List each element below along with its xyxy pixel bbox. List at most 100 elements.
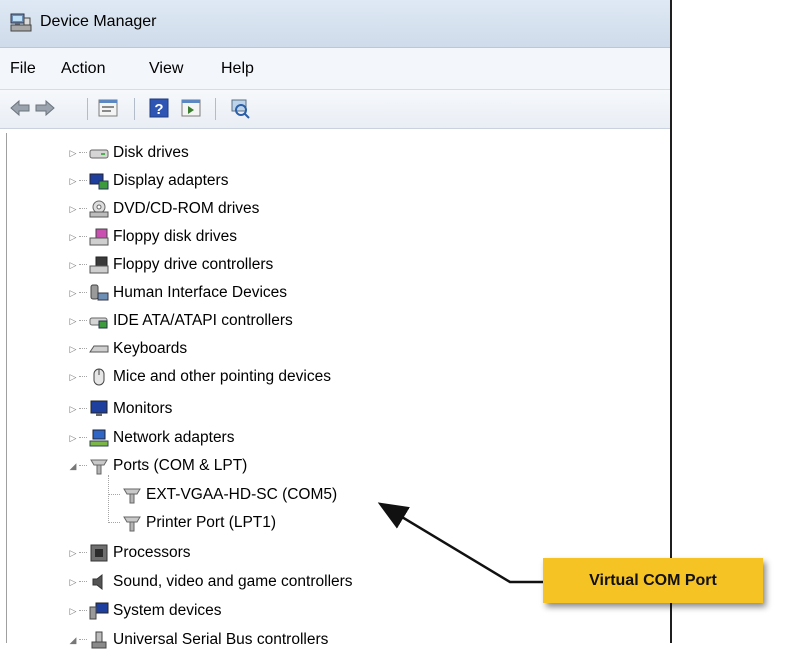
tree-dots: [79, 465, 87, 467]
update-driver-icon[interactable]: [180, 97, 202, 119]
tree-item-floppy-drive-controllers[interactable]: ▷ Floppy drive controllers: [67, 252, 273, 278]
expand-arrow-icon[interactable]: ▷: [67, 147, 79, 159]
menu-view[interactable]: View: [149, 60, 183, 78]
dvd-drive-icon: [89, 200, 109, 218]
tree-item-mice[interactable]: ▷ Mice and other pointing devices: [67, 364, 331, 390]
mouse-icon: [93, 368, 105, 386]
sound-icon: [92, 573, 103, 591]
back-icon[interactable]: [9, 97, 31, 119]
tree-item-ide-controllers[interactable]: ▷ IDE ATA/ATAPI controllers: [67, 308, 293, 334]
toolbar: ?: [0, 90, 670, 129]
toolbar-separator: [215, 98, 216, 120]
tree-item-printer-port[interactable]: Printer Port (LPT1): [108, 510, 276, 536]
tree-item-display-adapters[interactable]: ▷ Display adapters: [67, 168, 228, 194]
menu-help[interactable]: Help: [221, 60, 254, 78]
tree-dots: [108, 494, 120, 496]
menu-action[interactable]: Action: [61, 60, 105, 78]
tree-item-system-devices[interactable]: ▷ System devices: [67, 598, 222, 624]
expand-arrow-icon[interactable]: ▷: [67, 605, 79, 617]
processor-icon: [90, 544, 108, 562]
expand-arrow-icon[interactable]: ▷: [67, 576, 79, 588]
tree-dots: [79, 208, 87, 210]
expand-arrow-icon[interactable]: ▷: [67, 432, 79, 444]
tree-item-ports[interactable]: ◢ Ports (COM & LPT): [67, 453, 247, 479]
tree-item-disk-drives[interactable]: ▷ Disk drives: [67, 140, 189, 166]
hid-icon: [90, 284, 109, 301]
tree-dots: [79, 152, 87, 154]
tree-dots: [79, 552, 87, 554]
tree-dots: [79, 348, 87, 350]
tree-item-label: Ports (COM & LPT): [113, 457, 248, 474]
title-bar[interactable]: Device Manager: [0, 0, 670, 48]
tree-dots: [79, 639, 87, 641]
usb-controller-icon: [91, 631, 107, 649]
expand-arrow-icon[interactable]: ▷: [67, 403, 79, 415]
port-icon: [123, 488, 141, 504]
callout-label: Virtual COM Port: [589, 571, 717, 589]
tree-item-label: EXT-VGAA-HD-SC (COM5): [146, 486, 338, 503]
port-icon: [123, 516, 141, 532]
tree-item-floppy-disk-drives[interactable]: ▷ Floppy disk drives: [67, 224, 237, 250]
tree-item-label: Keyboards: [113, 340, 188, 357]
tree-dots: [79, 376, 87, 378]
expand-arrow-icon[interactable]: ▷: [67, 287, 79, 299]
tree-item-label: Monitors: [113, 400, 173, 417]
expand-arrow-icon[interactable]: ▷: [67, 175, 79, 187]
tree-item-sound-video-game[interactable]: ▷ Sound, video and game controllers: [67, 569, 353, 595]
network-adapter-icon: [89, 429, 109, 447]
tree-dots: [79, 581, 87, 583]
tree-item-label: IDE ATA/ATAPI controllers: [113, 312, 293, 329]
monitor-icon: [90, 400, 108, 416]
tree-item-network-adapters[interactable]: ▷ Network adapters: [67, 425, 234, 451]
device-manager-window: Device Manager File Action View Help ? ▷…: [0, 0, 672, 649]
help-icon[interactable]: ?: [148, 97, 170, 119]
tree-item-com5-port[interactable]: EXT-VGAA-HD-SC (COM5): [108, 482, 337, 508]
tree-left-border: [6, 133, 7, 643]
keyboard-icon: [89, 345, 109, 353]
tree-item-label: Mice and other pointing devices: [113, 368, 331, 385]
menu-file[interactable]: File: [10, 60, 36, 78]
expand-arrow-icon[interactable]: ▷: [67, 371, 79, 383]
tree-dots: [79, 292, 87, 294]
tree-dots: [79, 610, 87, 612]
tree-item-keyboards[interactable]: ▷ Keyboards: [67, 336, 188, 362]
expand-arrow-icon[interactable]: ▷: [67, 343, 79, 355]
expand-arrow-icon[interactable]: ▷: [67, 315, 79, 327]
tree-dots: [108, 522, 120, 524]
tree-item-label: Sound, video and game controllers: [113, 573, 353, 590]
scan-hardware-icon[interactable]: [229, 97, 251, 119]
tree-item-label: Processors: [113, 544, 191, 561]
collapse-arrow-icon[interactable]: ◢: [67, 634, 79, 646]
tree-item-label: Floppy drive controllers: [113, 256, 274, 273]
tree-dots: [79, 320, 87, 322]
tree-item-dvd-drives[interactable]: ▷ DVD/CD-ROM drives: [67, 196, 259, 222]
collapse-arrow-icon[interactable]: ◢: [67, 460, 79, 472]
menu-bar: File Action View Help: [0, 48, 670, 90]
tree-item-label: System devices: [113, 602, 222, 619]
disk-drive-icon: [89, 149, 109, 159]
window-title: Device Manager: [40, 13, 157, 30]
tree-item-label: Printer Port (LPT1): [146, 514, 277, 531]
tree-dots: [79, 236, 87, 238]
expand-arrow-icon[interactable]: ▷: [67, 259, 79, 271]
forward-icon[interactable]: [34, 97, 56, 119]
expand-arrow-icon[interactable]: ▷: [67, 547, 79, 559]
tree-item-label: Universal Serial Bus controllers: [113, 631, 329, 648]
tree-item-label: Floppy disk drives: [113, 228, 238, 245]
properties-icon[interactable]: [97, 97, 119, 119]
tree-item-monitors[interactable]: ▷ Monitors: [67, 396, 173, 422]
tree-dots: [79, 437, 87, 439]
toolbar-separator: [134, 98, 135, 120]
expand-arrow-icon[interactable]: ▷: [67, 203, 79, 215]
tree-item-label: Display adapters: [113, 172, 229, 189]
expand-arrow-icon[interactable]: ▷: [67, 231, 79, 243]
tree-item-human-interface-devices[interactable]: ▷ Human Interface Devices: [67, 280, 288, 306]
floppy-drive-icon: [89, 228, 109, 246]
tree-item-usb-controllers[interactable]: ◢ Universal Serial Bus controllers: [67, 627, 328, 653]
tree-dots: [79, 408, 87, 410]
tree-item-label: Human Interface Devices: [113, 284, 288, 301]
tree-item-processors[interactable]: ▷ Processors: [67, 540, 191, 566]
ide-controller-icon: [89, 317, 108, 329]
svg-text:?: ?: [154, 101, 163, 118]
port-icon: [90, 459, 108, 475]
